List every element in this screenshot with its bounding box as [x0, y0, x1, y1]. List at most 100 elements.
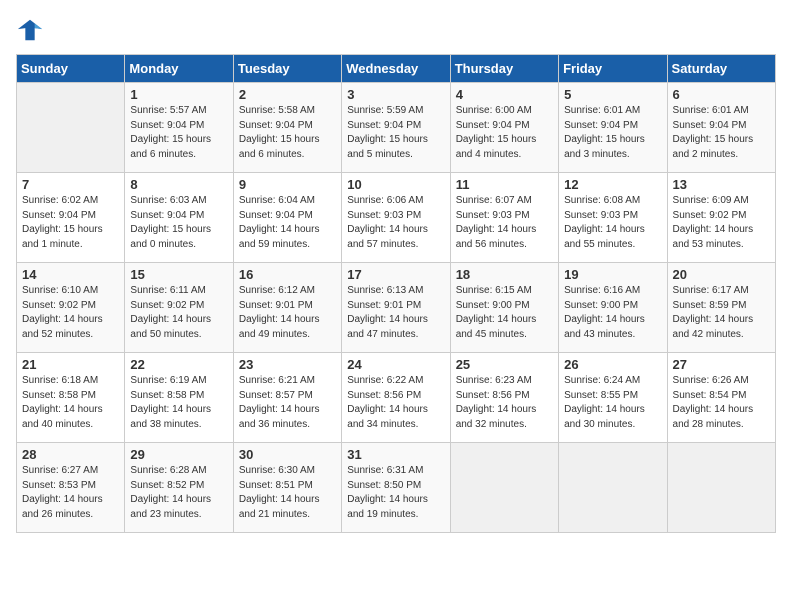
calendar-cell: 3 Sunrise: 5:59 AMSunset: 9:04 PMDayligh…: [342, 83, 450, 173]
calendar-cell: [559, 443, 667, 533]
day-number: 3: [347, 87, 444, 102]
calendar-cell: 19 Sunrise: 6:16 AMSunset: 9:00 PMDaylig…: [559, 263, 667, 353]
day-info: Sunrise: 6:23 AMSunset: 8:56 PMDaylight:…: [456, 375, 537, 430]
logo: [16, 16, 48, 44]
calendar-cell: 14 Sunrise: 6:10 AMSunset: 9:02 PMDaylig…: [17, 263, 125, 353]
day-info: Sunrise: 6:12 AMSunset: 9:01 PMDaylight:…: [239, 285, 320, 340]
day-info: Sunrise: 6:08 AMSunset: 9:03 PMDaylight:…: [564, 195, 645, 250]
calendar-cell: [450, 443, 558, 533]
weekday-header-sunday: Sunday: [17, 55, 125, 83]
calendar-cell: 12 Sunrise: 6:08 AMSunset: 9:03 PMDaylig…: [559, 173, 667, 263]
day-info: Sunrise: 6:22 AMSunset: 8:56 PMDaylight:…: [347, 375, 428, 430]
day-number: 26: [564, 357, 661, 372]
day-info: Sunrise: 6:13 AMSunset: 9:01 PMDaylight:…: [347, 285, 428, 340]
day-number: 19: [564, 267, 661, 282]
day-number: 18: [456, 267, 553, 282]
day-info: Sunrise: 6:11 AMSunset: 9:02 PMDaylight:…: [130, 285, 211, 340]
day-number: 17: [347, 267, 444, 282]
calendar-cell: 22 Sunrise: 6:19 AMSunset: 8:58 PMDaylig…: [125, 353, 233, 443]
day-info: Sunrise: 6:00 AMSunset: 9:04 PMDaylight:…: [456, 105, 537, 160]
day-info: Sunrise: 6:21 AMSunset: 8:57 PMDaylight:…: [239, 375, 320, 430]
calendar-week-row: 7 Sunrise: 6:02 AMSunset: 9:04 PMDayligh…: [17, 173, 776, 263]
calendar-cell: 29 Sunrise: 6:28 AMSunset: 8:52 PMDaylig…: [125, 443, 233, 533]
weekday-header-tuesday: Tuesday: [233, 55, 341, 83]
day-info: Sunrise: 6:26 AMSunset: 8:54 PMDaylight:…: [673, 375, 754, 430]
day-number: 11: [456, 177, 553, 192]
day-number: 6: [673, 87, 770, 102]
calendar-cell: 25 Sunrise: 6:23 AMSunset: 8:56 PMDaylig…: [450, 353, 558, 443]
calendar-cell: 21 Sunrise: 6:18 AMSunset: 8:58 PMDaylig…: [17, 353, 125, 443]
calendar-week-row: 1 Sunrise: 5:57 AMSunset: 9:04 PMDayligh…: [17, 83, 776, 173]
day-number: 31: [347, 447, 444, 462]
day-number: 14: [22, 267, 119, 282]
day-info: Sunrise: 6:30 AMSunset: 8:51 PMDaylight:…: [239, 465, 320, 520]
calendar-cell: 1 Sunrise: 5:57 AMSunset: 9:04 PMDayligh…: [125, 83, 233, 173]
calendar-cell: 7 Sunrise: 6:02 AMSunset: 9:04 PMDayligh…: [17, 173, 125, 263]
day-number: 24: [347, 357, 444, 372]
day-number: 8: [130, 177, 227, 192]
calendar-cell: 2 Sunrise: 5:58 AMSunset: 9:04 PMDayligh…: [233, 83, 341, 173]
day-number: 13: [673, 177, 770, 192]
calendar-cell: 10 Sunrise: 6:06 AMSunset: 9:03 PMDaylig…: [342, 173, 450, 263]
logo-bird-icon: [16, 16, 44, 44]
calendar-cell: 17 Sunrise: 6:13 AMSunset: 9:01 PMDaylig…: [342, 263, 450, 353]
calendar-week-row: 21 Sunrise: 6:18 AMSunset: 8:58 PMDaylig…: [17, 353, 776, 443]
calendar-cell: 28 Sunrise: 6:27 AMSunset: 8:53 PMDaylig…: [17, 443, 125, 533]
day-number: 22: [130, 357, 227, 372]
day-number: 15: [130, 267, 227, 282]
weekday-header-thursday: Thursday: [450, 55, 558, 83]
calendar-cell: 30 Sunrise: 6:30 AMSunset: 8:51 PMDaylig…: [233, 443, 341, 533]
calendar-cell: 5 Sunrise: 6:01 AMSunset: 9:04 PMDayligh…: [559, 83, 667, 173]
calendar-cell: 31 Sunrise: 6:31 AMSunset: 8:50 PMDaylig…: [342, 443, 450, 533]
page-header: [16, 16, 776, 44]
day-info: Sunrise: 6:03 AMSunset: 9:04 PMDaylight:…: [130, 195, 211, 250]
day-number: 21: [22, 357, 119, 372]
calendar-cell: 18 Sunrise: 6:15 AMSunset: 9:00 PMDaylig…: [450, 263, 558, 353]
day-number: 9: [239, 177, 336, 192]
calendar-cell: 27 Sunrise: 6:26 AMSunset: 8:54 PMDaylig…: [667, 353, 775, 443]
calendar-cell: 4 Sunrise: 6:00 AMSunset: 9:04 PMDayligh…: [450, 83, 558, 173]
calendar-cell: [17, 83, 125, 173]
weekday-header-row: SundayMondayTuesdayWednesdayThursdayFrid…: [17, 55, 776, 83]
day-info: Sunrise: 6:09 AMSunset: 9:02 PMDaylight:…: [673, 195, 754, 250]
weekday-header-monday: Monday: [125, 55, 233, 83]
day-info: Sunrise: 6:16 AMSunset: 9:00 PMDaylight:…: [564, 285, 645, 340]
day-info: Sunrise: 6:04 AMSunset: 9:04 PMDaylight:…: [239, 195, 320, 250]
calendar-cell: 6 Sunrise: 6:01 AMSunset: 9:04 PMDayligh…: [667, 83, 775, 173]
day-number: 20: [673, 267, 770, 282]
day-number: 12: [564, 177, 661, 192]
day-info: Sunrise: 5:59 AMSunset: 9:04 PMDaylight:…: [347, 105, 428, 160]
day-info: Sunrise: 5:57 AMSunset: 9:04 PMDaylight:…: [130, 105, 211, 160]
calendar-cell: [667, 443, 775, 533]
day-number: 28: [22, 447, 119, 462]
day-number: 23: [239, 357, 336, 372]
weekday-header-wednesday: Wednesday: [342, 55, 450, 83]
day-number: 5: [564, 87, 661, 102]
day-info: Sunrise: 6:10 AMSunset: 9:02 PMDaylight:…: [22, 285, 103, 340]
day-info: Sunrise: 6:17 AMSunset: 8:59 PMDaylight:…: [673, 285, 754, 340]
calendar-week-row: 28 Sunrise: 6:27 AMSunset: 8:53 PMDaylig…: [17, 443, 776, 533]
day-number: 2: [239, 87, 336, 102]
day-info: Sunrise: 6:24 AMSunset: 8:55 PMDaylight:…: [564, 375, 645, 430]
day-number: 7: [22, 177, 119, 192]
day-info: Sunrise: 6:19 AMSunset: 8:58 PMDaylight:…: [130, 375, 211, 430]
day-number: 27: [673, 357, 770, 372]
day-number: 30: [239, 447, 336, 462]
day-info: Sunrise: 6:02 AMSunset: 9:04 PMDaylight:…: [22, 195, 103, 250]
day-info: Sunrise: 6:27 AMSunset: 8:53 PMDaylight:…: [22, 465, 103, 520]
day-info: Sunrise: 6:31 AMSunset: 8:50 PMDaylight:…: [347, 465, 428, 520]
day-number: 25: [456, 357, 553, 372]
day-info: Sunrise: 6:28 AMSunset: 8:52 PMDaylight:…: [130, 465, 211, 520]
day-number: 4: [456, 87, 553, 102]
weekday-header-friday: Friday: [559, 55, 667, 83]
day-number: 1: [130, 87, 227, 102]
calendar-cell: 24 Sunrise: 6:22 AMSunset: 8:56 PMDaylig…: [342, 353, 450, 443]
calendar-cell: 26 Sunrise: 6:24 AMSunset: 8:55 PMDaylig…: [559, 353, 667, 443]
day-info: Sunrise: 6:07 AMSunset: 9:03 PMDaylight:…: [456, 195, 537, 250]
calendar-cell: 8 Sunrise: 6:03 AMSunset: 9:04 PMDayligh…: [125, 173, 233, 263]
calendar-cell: 13 Sunrise: 6:09 AMSunset: 9:02 PMDaylig…: [667, 173, 775, 263]
day-number: 10: [347, 177, 444, 192]
day-info: Sunrise: 6:01 AMSunset: 9:04 PMDaylight:…: [673, 105, 754, 160]
day-info: Sunrise: 6:18 AMSunset: 8:58 PMDaylight:…: [22, 375, 103, 430]
calendar-cell: 20 Sunrise: 6:17 AMSunset: 8:59 PMDaylig…: [667, 263, 775, 353]
